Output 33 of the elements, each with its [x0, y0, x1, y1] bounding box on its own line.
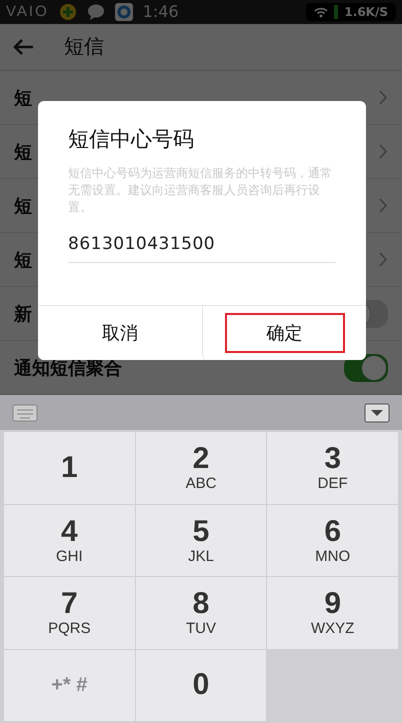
page-title: 短信 — [64, 33, 104, 60]
wifi-icon — [314, 6, 328, 18]
chevron-icon — [379, 90, 388, 105]
input-field[interactable]: 8613010431500 — [68, 234, 336, 263]
chat-bubble-icon — [86, 2, 105, 21]
signal-bar-icon — [334, 4, 338, 19]
row-label: 短 — [14, 248, 32, 272]
clock-time: 1:46 — [142, 2, 179, 22]
chevron-icon — [379, 252, 388, 267]
dialog-title: 短信中心号码 — [67, 126, 195, 153]
keypad-key[interactable]: 2 ABC — [136, 432, 266, 504]
back-arrow-icon[interactable] — [12, 38, 34, 56]
dialog-button[interactable]: 确定 — [202, 306, 366, 360]
chevron-icon — [379, 198, 388, 213]
app-icon — [58, 2, 77, 21]
app-icon — [114, 2, 133, 21]
keypad-key[interactable]: 5 JKL — [136, 504, 266, 576]
keypad-key[interactable]: 3 DEF — [267, 432, 398, 504]
row-label: 新 — [14, 302, 32, 326]
keypad-key[interactable]: 6 MNO — [267, 504, 398, 576]
row-label: 短 — [14, 86, 32, 110]
network-speed-badge: 1.6K/S — [306, 2, 396, 21]
keypad-key[interactable]: 1 — [4, 432, 135, 504]
brand-logo: VAIO — [6, 3, 49, 20]
row-label: 短 — [14, 194, 32, 218]
keypad-key[interactable]: 7 PQRS — [4, 577, 135, 648]
hide-keyboard-icon[interactable] — [364, 402, 390, 422]
chevron-icon — [379, 144, 388, 159]
row-label: 短 — [14, 140, 32, 164]
keypad-key[interactable]: 9 WXYZ — [267, 577, 398, 648]
keypad-key[interactable]: 0 — [136, 650, 266, 721]
keypad-key[interactable]: 4 GHI — [4, 504, 135, 576]
keypad-key[interactable]: 8 TUV — [136, 577, 266, 648]
